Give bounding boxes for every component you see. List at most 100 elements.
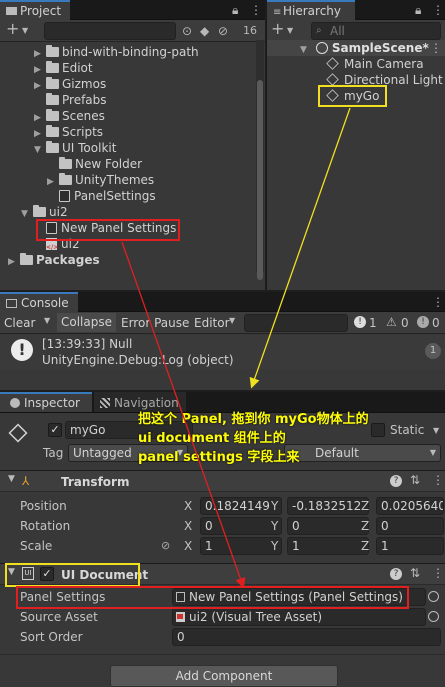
help-icon[interactable]: ? xyxy=(390,475,402,487)
more-icon[interactable]: ⋮ xyxy=(250,3,262,17)
transform-x-field[interactable]: 0 xyxy=(200,517,282,535)
chevron-down-icon[interactable]: ▼ xyxy=(229,316,235,325)
lock-icon[interactable]: 🔒︎ xyxy=(415,3,421,17)
project-item[interactable]: PanelSettings xyxy=(0,188,156,204)
project-toolbar: + ▼ ⊙ ◆ ⊘ 16 xyxy=(0,20,265,42)
transform-y-field[interactable]: 1 xyxy=(287,537,369,555)
transform-z-field[interactable]: 0 xyxy=(376,517,444,535)
info-icon[interactable]: ! xyxy=(354,316,366,328)
help-icon[interactable]: ? xyxy=(390,568,402,580)
log-count-badge: 1 xyxy=(425,343,441,359)
transform-header[interactable]: ▼ ⅄ Transform ? ⇅ ⋮ xyxy=(0,470,445,492)
project-search-input[interactable] xyxy=(44,22,176,40)
info-count: 1 xyxy=(369,316,377,330)
lock-icon[interactable]: 🔒︎ xyxy=(232,3,238,17)
project-item[interactable]: ▼ UI Toolkit xyxy=(0,140,116,156)
active-checkbox[interactable]: ✓ xyxy=(48,423,62,437)
source-asset-field[interactable]: ui2 (Visual Tree Asset) xyxy=(172,608,426,626)
project-item-label: Gizmos xyxy=(62,77,107,91)
project-item[interactable]: ▶ Gizmos xyxy=(0,76,106,92)
project-item[interactable]: ▶ Packages xyxy=(0,252,100,268)
hierarchy-item-main-camera[interactable]: Main Camera xyxy=(326,56,424,72)
scrollbar-thumb[interactable] xyxy=(257,80,263,280)
warning-icon[interactable]: ⚠ xyxy=(386,315,397,329)
eye-slash-icon[interactable]: ⊘ xyxy=(218,24,228,38)
add-button[interactable]: + xyxy=(271,21,284,37)
transform-x-field[interactable]: 1 xyxy=(200,537,282,555)
clear-button[interactable]: Clear xyxy=(4,314,35,332)
project-item[interactable]: ▶ Ediot xyxy=(0,60,93,76)
chevron-down-icon[interactable]: ▼ xyxy=(287,24,293,38)
panel-settings-highlight xyxy=(16,586,409,609)
log-entry[interactable]: ! [13:39:33] Null UnityEngine.Debug:Log … xyxy=(0,335,445,369)
presets-icon[interactable]: ⇅ xyxy=(410,473,420,487)
more-icon[interactable]: ⋮ xyxy=(432,295,444,309)
more-icon[interactable]: ⋮ xyxy=(432,473,444,487)
transform-z-field[interactable]: 1 xyxy=(376,537,444,555)
project-scrollbar[interactable] xyxy=(256,40,264,280)
project-item[interactable]: Prefabs xyxy=(0,92,107,108)
tab-console[interactable]: Console xyxy=(0,292,78,312)
error-pause-button[interactable]: Error Pause xyxy=(121,314,189,332)
fold-arrow[interactable]: ▼ xyxy=(300,42,312,58)
add-component-button[interactable]: Add Component xyxy=(110,665,338,687)
presets-icon[interactable]: ⇅ xyxy=(410,566,420,580)
info-icon xyxy=(10,398,20,408)
filter-icon[interactable]: ⊙ xyxy=(182,24,192,38)
sort-order-field[interactable]: 0 xyxy=(172,628,441,646)
folder-icon xyxy=(46,77,59,89)
mygo-highlight xyxy=(318,85,387,107)
gameobject-cube-icon xyxy=(8,423,28,443)
project-item[interactable]: ▶ bind-with-binding-path xyxy=(0,44,199,60)
transform-row-label: Position xyxy=(20,499,67,513)
object-picker-icon[interactable] xyxy=(428,611,439,622)
more-icon[interactable]: ⋮ xyxy=(430,40,442,56)
tab-navigation[interactable]: Navigation xyxy=(94,392,186,412)
more-icon[interactable]: ⋮ xyxy=(432,566,444,580)
transform-x-field[interactable]: 0.1824149 xyxy=(200,497,282,515)
folder-icon xyxy=(6,7,17,15)
chevron-down-icon[interactable]: ▼ xyxy=(433,426,439,435)
info-icon: ! xyxy=(11,339,33,361)
transform-y-field[interactable]: 0 xyxy=(287,517,369,535)
project-item-label: UnityThemes xyxy=(75,173,155,187)
constrain-proportions-icon[interactable]: ⊘ xyxy=(161,539,170,552)
add-button[interactable]: + xyxy=(6,21,19,37)
project-item[interactable]: ▶ Scenes xyxy=(0,108,105,124)
transform-z-field[interactable]: 0.0205640 xyxy=(376,497,444,515)
hierarchy-search-input[interactable]: ⌕ All xyxy=(311,22,441,40)
fold-arrow[interactable]: ▶ xyxy=(8,254,20,270)
static-checkbox[interactable] xyxy=(371,423,385,437)
tab-hierarchy[interactable]: ≡ Hierarchy xyxy=(267,0,355,20)
error-icon[interactable]: ! xyxy=(417,316,429,328)
hierarchy-toolbar: + ▼ ⌕ All xyxy=(267,20,445,42)
transform-y-field[interactable]: -0.1832512 xyxy=(287,497,369,515)
project-item-label: New Folder xyxy=(75,157,143,171)
fold-arrow[interactable]: ▼ xyxy=(8,474,15,484)
more-icon[interactable]: ⋮ xyxy=(432,3,444,17)
console-search-input[interactable] xyxy=(244,314,348,332)
chevron-down-icon[interactable]: ▼ xyxy=(44,316,50,325)
editor-dropdown[interactable]: Editor xyxy=(194,314,230,332)
tab-project[interactable]: Project xyxy=(0,0,70,20)
collapse-button[interactable]: Collapse xyxy=(57,313,116,332)
tab-inspector[interactable]: Inspector xyxy=(0,392,92,412)
axis-label-x: X xyxy=(184,499,193,513)
console-toolbar: Clear ▼ Collapse Error Pause Editor ▼ ! … xyxy=(0,312,445,334)
hierarchy-tabbar: ≡ Hierarchy 🔒︎ ⋮ xyxy=(267,0,445,20)
axis-label-z: Z xyxy=(361,519,370,533)
object-picker-icon[interactable] xyxy=(428,591,439,602)
project-item-label: Ediot xyxy=(62,61,93,75)
project-item-label: UI Toolkit xyxy=(62,141,117,155)
project-item[interactable]: ▶ Scripts xyxy=(0,124,103,140)
annotation-line-2: ui document 组件上的 xyxy=(138,431,286,446)
axis-label-z: Z xyxy=(361,539,370,553)
project-item[interactable]: New Folder xyxy=(0,156,142,172)
project-item[interactable]: ▶ UnityThemes xyxy=(0,172,154,188)
gameobject-cube-icon xyxy=(326,57,339,70)
project-item[interactable]: ▼ ui2 xyxy=(0,204,68,220)
hierarchy-scene-row[interactable]: ▼ SampleScene* ⋮ xyxy=(267,40,445,56)
chevron-down-icon[interactable]: ▼ xyxy=(22,24,28,38)
tag-icon[interactable]: ◆ xyxy=(200,24,209,38)
annotation-text: 把这个 Panel, 拖到你 myGo物体上的 ui document 组件上的… xyxy=(138,410,369,467)
